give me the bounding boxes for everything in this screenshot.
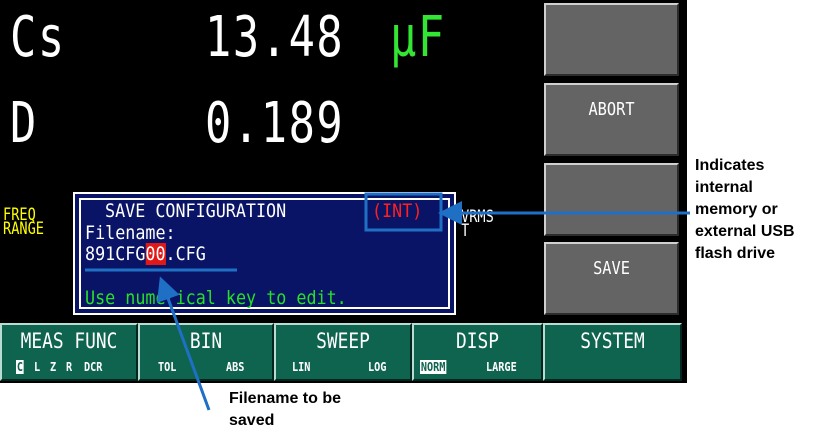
storage-annotation-text: Indicates internal memory or external US… [695, 157, 795, 262]
storage-highlight-box [364, 192, 443, 232]
annotation-overlay [85, 192, 690, 411]
filename-annotation-text: Filename to be saved [229, 390, 342, 429]
filename-annotation-arrow [156, 276, 211, 411]
